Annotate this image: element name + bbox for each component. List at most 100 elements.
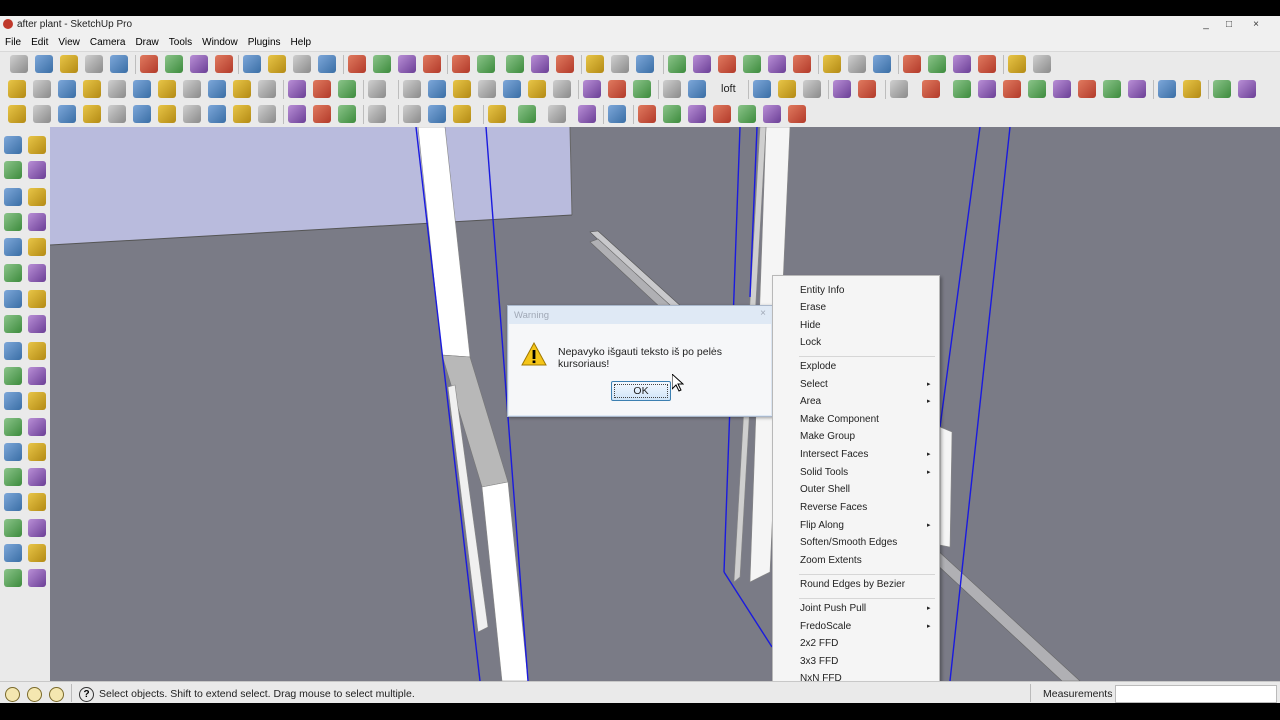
toolbar-tool-icon[interactable] <box>428 105 446 123</box>
left-tool-icon[interactable] <box>28 290 46 308</box>
signin-icon[interactable] <box>49 687 64 702</box>
toolbar-tool-icon[interactable] <box>978 80 996 98</box>
left-tool-icon[interactable] <box>28 493 46 511</box>
toolbar-tool-icon[interactable] <box>83 80 101 98</box>
toolbar-tool-icon[interactable] <box>611 55 629 73</box>
toolbar-tool-icon[interactable] <box>953 55 971 73</box>
toolbar-tool-icon[interactable] <box>313 105 331 123</box>
toolbar-tool-icon[interactable] <box>243 55 261 73</box>
toolbar-tool-icon[interactable] <box>688 105 706 123</box>
toolbar-tool-icon[interactable] <box>338 80 356 98</box>
toolbar-tool-icon[interactable] <box>586 55 604 73</box>
left-tool-icon[interactable] <box>4 519 22 537</box>
toolbar-tool-icon[interactable] <box>1003 80 1021 98</box>
toolbar-tool-icon[interactable] <box>403 105 421 123</box>
toolbar-tool-icon[interactable] <box>8 105 26 123</box>
toolbar-tool-icon[interactable] <box>793 55 811 73</box>
context-menu-item[interactable]: Flip Along <box>800 520 844 531</box>
context-menu-item[interactable]: Reverse Faces <box>800 502 867 513</box>
toolbar-tool-icon[interactable] <box>423 55 441 73</box>
left-tool-icon[interactable] <box>4 188 22 206</box>
left-tool-icon[interactable] <box>28 315 46 333</box>
toolbar-tool-icon[interactable] <box>743 55 761 73</box>
context-menu-item[interactable]: Zoom Extents <box>800 555 862 566</box>
toolbar-tool-icon[interactable] <box>1028 80 1046 98</box>
toolbar-tool-icon[interactable] <box>858 80 876 98</box>
toolbar-tool-icon[interactable] <box>953 80 971 98</box>
context-menu-item[interactable]: Erase <box>800 302 826 313</box>
context-menu-item[interactable]: Make Group <box>800 431 855 442</box>
toolbar-tool-icon[interactable] <box>1078 80 1096 98</box>
context-menu-item[interactable]: FredoScale <box>800 621 851 632</box>
context-menu-item[interactable]: 2x2 FFD <box>800 638 838 649</box>
toolbar-tool-icon[interactable] <box>33 80 51 98</box>
context-menu-item[interactable]: 3x3 FFD <box>800 656 838 667</box>
left-tool-icon[interactable] <box>4 136 22 154</box>
toolbar-tool-icon[interactable] <box>83 105 101 123</box>
toolbar-tool-icon[interactable] <box>258 105 276 123</box>
toolbar-tool-icon[interactable] <box>293 55 311 73</box>
toolbar-tool-icon[interactable] <box>608 105 626 123</box>
left-tool-icon[interactable] <box>4 238 22 256</box>
toolbar-tool-icon[interactable] <box>890 80 908 98</box>
measurements-input[interactable] <box>1115 685 1277 703</box>
toolbar-tool-icon[interactable] <box>268 55 286 73</box>
left-tool-icon[interactable] <box>28 188 46 206</box>
toolbar-tool-icon[interactable] <box>33 105 51 123</box>
left-tool-icon[interactable] <box>4 392 22 410</box>
toolbar-tool-icon[interactable] <box>190 55 208 73</box>
toolbar-tool-icon[interactable] <box>583 80 601 98</box>
menu-draw[interactable]: Draw <box>130 34 163 51</box>
toolbar-tool-icon[interactable] <box>531 55 549 73</box>
left-tool-icon[interactable] <box>4 418 22 436</box>
toolbar-tool-icon[interactable] <box>763 105 781 123</box>
left-tool-icon[interactable] <box>28 136 46 154</box>
menu-help[interactable]: Help <box>286 34 317 51</box>
toolbar-tool-icon[interactable] <box>663 80 681 98</box>
menu-file[interactable]: File <box>0 34 26 51</box>
left-tool-icon[interactable] <box>28 238 46 256</box>
menu-camera[interactable]: Camera <box>85 34 131 51</box>
left-tool-icon[interactable] <box>28 213 46 231</box>
toolbar-tool-icon[interactable] <box>348 55 366 73</box>
geo-location-icon[interactable] <box>5 687 20 702</box>
left-tool-icon[interactable] <box>4 264 22 282</box>
toolbar-tool-icon[interactable] <box>1158 80 1176 98</box>
toolbar-tool-icon[interactable] <box>108 80 126 98</box>
toolbar-tool-icon[interactable] <box>823 55 841 73</box>
toolbar-tool-icon[interactable] <box>338 105 356 123</box>
toolbar-tool-icon[interactable] <box>403 80 421 98</box>
left-tool-icon[interactable] <box>28 569 46 587</box>
toolbar-tool-icon[interactable] <box>768 55 786 73</box>
toolbar-tool-icon[interactable] <box>58 105 76 123</box>
toolbar-tool-icon[interactable] <box>373 55 391 73</box>
toolbar-tool-icon[interactable] <box>556 55 574 73</box>
toolbar-tool-icon[interactable] <box>638 105 656 123</box>
context-menu-item[interactable]: Lock <box>800 337 821 348</box>
toolbar-tool-icon[interactable] <box>10 55 28 73</box>
toolbar-tool-icon[interactable] <box>1238 80 1256 98</box>
left-tool-icon[interactable] <box>28 418 46 436</box>
left-tool-icon[interactable] <box>4 443 22 461</box>
context-menu-item[interactable]: Select <box>800 379 828 390</box>
toolbar-tool-icon[interactable] <box>1053 80 1071 98</box>
toolbar-tool-icon[interactable] <box>668 55 686 73</box>
toolbar-tool-icon[interactable] <box>452 55 470 73</box>
toolbar-tool-icon[interactable] <box>753 80 771 98</box>
toolbar-tool-icon[interactable] <box>85 55 103 73</box>
toolbar-tool-icon[interactable] <box>1183 80 1201 98</box>
toolbar-tool-icon[interactable] <box>1033 55 1051 73</box>
toolbar-tool-icon[interactable] <box>803 80 821 98</box>
left-tool-icon[interactable] <box>4 161 22 179</box>
toolbar-tool-icon[interactable] <box>133 80 151 98</box>
toolbar-tool-icon[interactable] <box>158 105 176 123</box>
left-tool-icon[interactable] <box>28 468 46 486</box>
toolbar-tool-icon[interactable] <box>208 105 226 123</box>
toolbar-tool-icon[interactable] <box>183 105 201 123</box>
toolbar-tool-icon[interactable] <box>133 105 151 123</box>
toolbar-tool-icon[interactable] <box>158 80 176 98</box>
toolbar-tool-icon[interactable] <box>258 80 276 98</box>
close-window-button[interactable]: × <box>1246 18 1266 31</box>
context-menu-item[interactable]: Joint Push Pull <box>800 603 866 614</box>
context-menu-item[interactable]: Make Component <box>800 414 879 425</box>
